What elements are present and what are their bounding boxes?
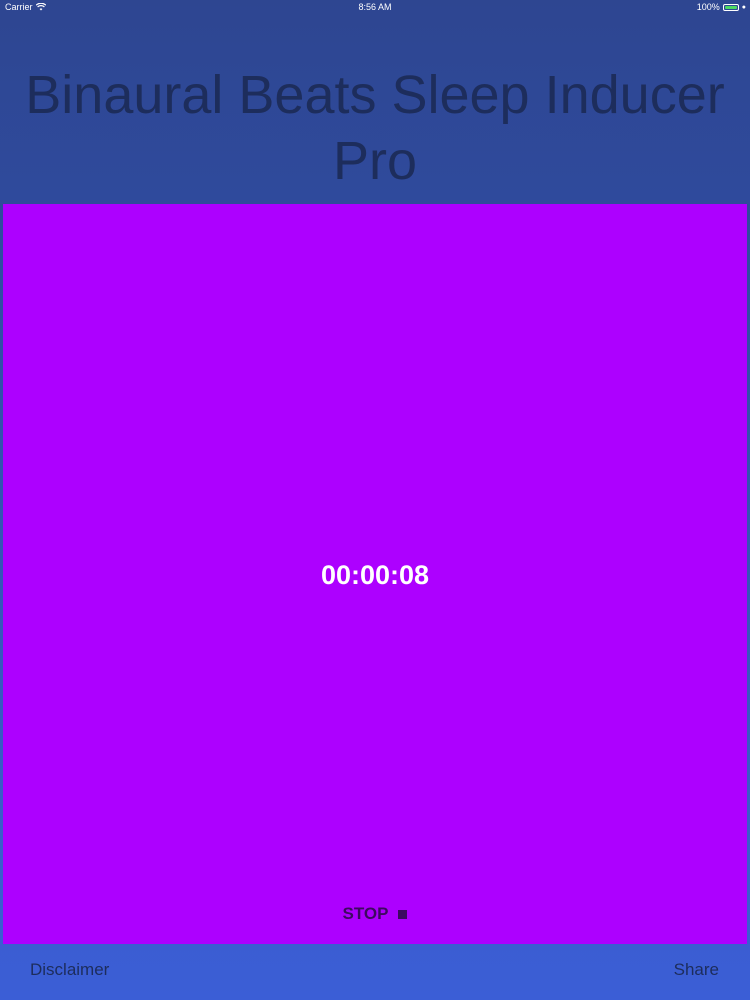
disclaimer-button[interactable]: Disclaimer: [30, 960, 109, 980]
share-button[interactable]: Share: [674, 960, 719, 980]
charge-icon: ●: [741, 3, 746, 11]
stop-icon: [398, 909, 408, 919]
stop-button[interactable]: STOP: [3, 904, 747, 924]
status-right: 100% ●: [697, 2, 746, 12]
stop-label: STOP: [342, 904, 389, 923]
status-bar: Carrier 8:56 AM 100% ●: [0, 0, 750, 16]
app-title: Binaural Beats Sleep Inducer Pro: [25, 65, 725, 191]
battery-percent: 100%: [696, 2, 720, 12]
elapsed-timer: 00:00:08: [320, 560, 430, 590]
battery-icon: [722, 3, 739, 11]
battery-fill: [724, 5, 737, 9]
status-time: 8:56 AM: [358, 2, 392, 12]
player-panel[interactable]: 00:00:08 STOP: [3, 204, 747, 944]
